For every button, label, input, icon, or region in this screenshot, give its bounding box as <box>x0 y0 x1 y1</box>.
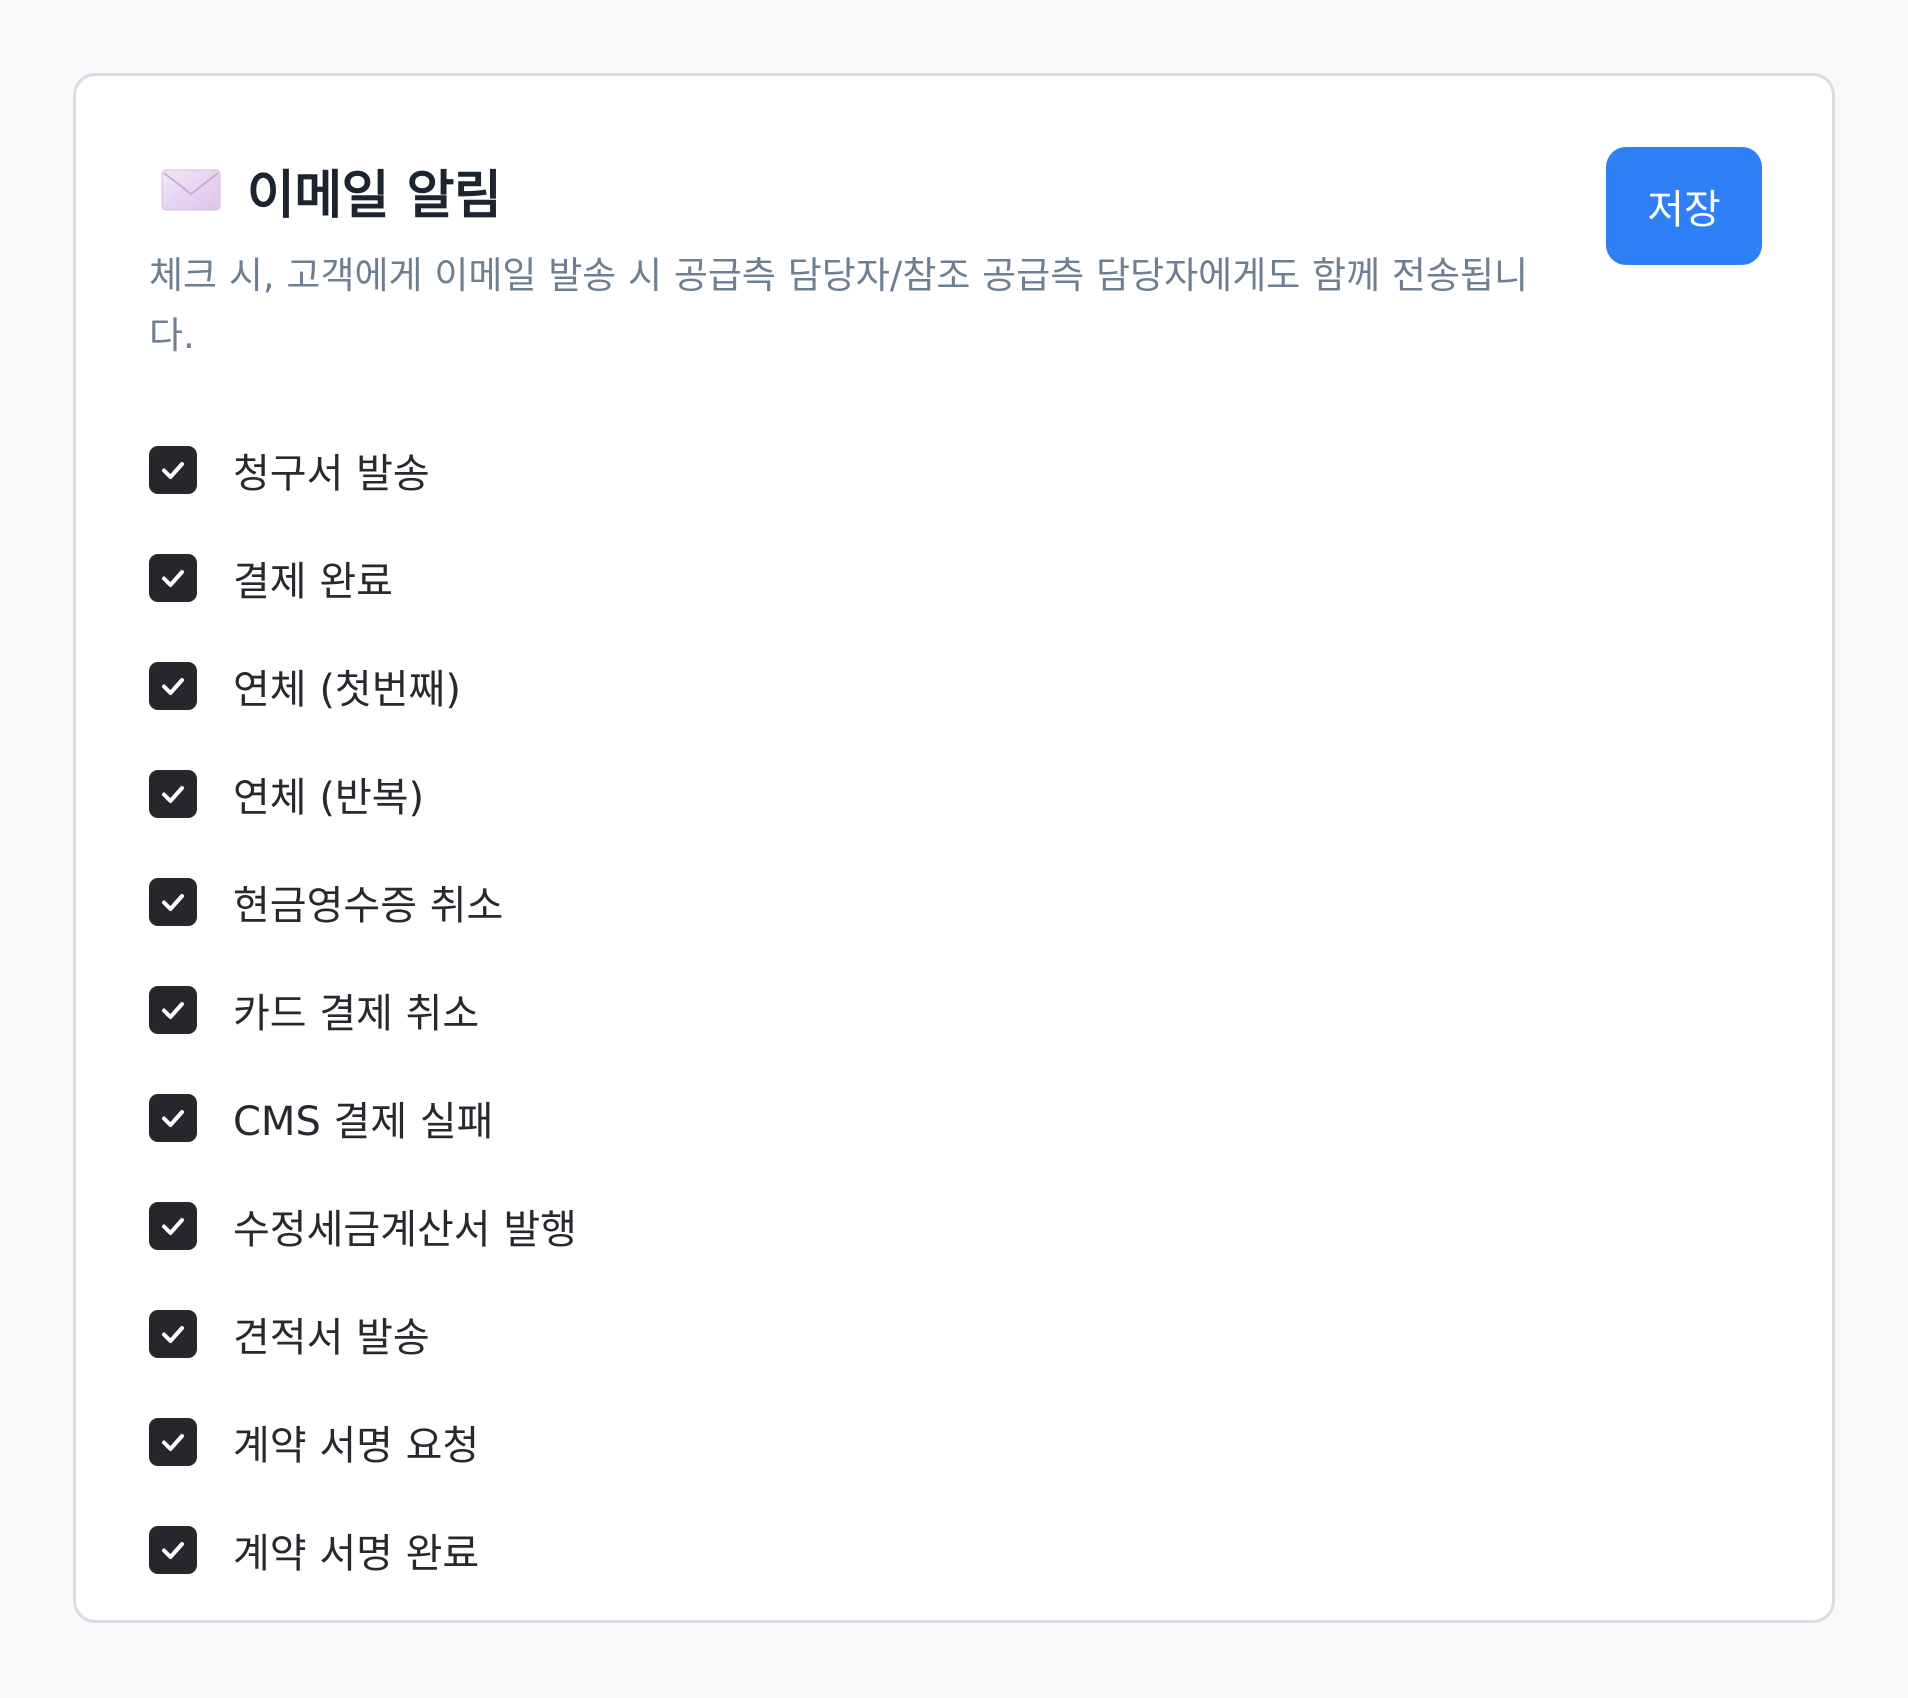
section-description: 체크 시, 고객에게 이메일 발송 시 공급측 담당자/참조 공급측 담당자에게… <box>149 254 1529 357</box>
check-icon <box>162 678 184 695</box>
notification-option[interactable]: 카드 결제 취소 <box>149 956 577 1064</box>
checkbox[interactable] <box>149 554 197 602</box>
check-icon <box>162 462 184 479</box>
notification-option[interactable]: 연체 (첫번째) <box>149 632 577 740</box>
checkbox[interactable] <box>149 1526 197 1574</box>
title-row: 이메일 알림 <box>149 154 1629 226</box>
check-icon <box>162 1326 184 1343</box>
notification-option[interactable]: CMS 결제 실패 <box>149 1064 577 1172</box>
checkbox[interactable] <box>149 1418 197 1466</box>
notification-option[interactable]: 계약 서명 요청 <box>149 1388 577 1496</box>
notification-option[interactable]: 수정세금계산서 발행 <box>149 1172 577 1280</box>
checkbox[interactable] <box>149 1310 197 1358</box>
option-label: 청구서 발송 <box>233 451 430 497</box>
option-label: 현금영수증 취소 <box>233 883 504 929</box>
notification-list: 청구서 발송결제 완료연체 (첫번째) 연체 (반복) 현금영수증 취소카드 결제 … <box>149 416 577 1604</box>
check-icon <box>162 1434 184 1451</box>
notification-option[interactable]: 현금영수증 취소 <box>149 848 577 956</box>
checkbox[interactable] <box>149 1202 197 1250</box>
card-header: 이메일 알림 체크 시, 고객에게 이메일 발송 시 공급측 담당자/참조 공급… <box>149 154 1629 366</box>
notification-option[interactable]: 연체 (반복) <box>149 740 577 848</box>
notification-option[interactable]: 결제 완료 <box>149 524 577 632</box>
checkbox[interactable] <box>149 662 197 710</box>
option-label: CMS 결제 실패 <box>233 1099 494 1145</box>
option-label: 연체 (반복) <box>233 775 425 821</box>
option-label: 결제 완료 <box>233 559 393 605</box>
checkbox[interactable] <box>149 1094 197 1142</box>
check-icon <box>162 894 184 911</box>
envelope-icon <box>161 168 221 212</box>
check-icon <box>162 1110 184 1127</box>
option-label: 수정세금계산서 발행 <box>233 1207 577 1253</box>
check-icon <box>162 786 184 803</box>
notification-option[interactable]: 계약 서명 완료 <box>149 1496 577 1604</box>
checkbox[interactable] <box>149 446 197 494</box>
checkbox[interactable] <box>149 986 197 1034</box>
option-label: 견적서 발송 <box>233 1315 430 1361</box>
notification-option[interactable]: 청구서 발송 <box>149 416 577 524</box>
check-icon <box>162 1002 184 1019</box>
option-label: 계약 서명 요청 <box>233 1423 480 1469</box>
notification-option[interactable]: 견적서 발송 <box>149 1280 577 1388</box>
checkbox[interactable] <box>149 770 197 818</box>
email-notification-card: 이메일 알림 체크 시, 고객에게 이메일 발송 시 공급측 담당자/참조 공급… <box>73 73 1835 1623</box>
check-icon <box>162 1218 184 1235</box>
save-button[interactable]: 저장 <box>1606 147 1762 265</box>
check-icon <box>162 1542 184 1559</box>
option-label: 연체 (첫번째) <box>233 667 461 713</box>
checkbox[interactable] <box>149 878 197 926</box>
check-icon <box>162 570 184 587</box>
option-label: 계약 서명 완료 <box>233 1531 480 1577</box>
option-label: 카드 결제 취소 <box>233 991 480 1037</box>
section-title: 이메일 알림 <box>247 165 502 226</box>
